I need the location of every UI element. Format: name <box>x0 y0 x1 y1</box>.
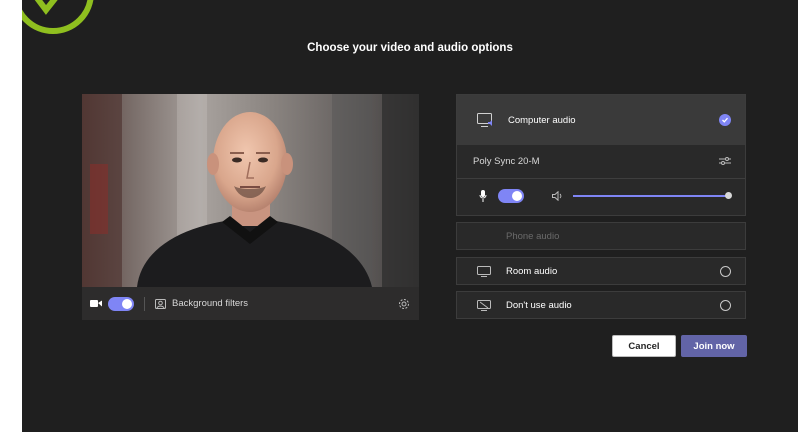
video-controls-bar: Background filters <box>82 287 419 320</box>
room-audio-option[interactable]: Room audio <box>456 257 746 285</box>
audio-device-name: Poly Sync 20-M <box>473 156 540 167</box>
room-audio-radio[interactable] <box>720 265 731 277</box>
camera-toggle[interactable] <box>108 296 134 311</box>
selected-check-icon <box>719 114 731 126</box>
dont-use-audio-radio[interactable] <box>720 299 731 311</box>
computer-audio-icon <box>477 112 495 128</box>
speaker-volume-slider[interactable] <box>573 192 732 199</box>
divider <box>144 296 145 311</box>
speaker-icon <box>552 191 563 201</box>
room-audio-icon <box>477 265 491 277</box>
device-settings-icon[interactable] <box>719 153 731 171</box>
page-title: Choose your video and audio options <box>307 42 513 54</box>
computer-audio-label: Computer audio <box>508 114 576 126</box>
volume-slider-thumb[interactable] <box>725 192 732 199</box>
background-filters-button[interactable]: Background filters <box>172 298 248 309</box>
microphone-icon <box>479 190 489 202</box>
no-audio-icon <box>477 299 491 311</box>
phone-audio-label: Phone audio <box>506 230 560 242</box>
phone-audio-option: Phone audio <box>456 222 746 250</box>
computer-audio-panel: Computer audio Poly Sync 20-M <box>456 94 746 216</box>
join-now-button[interactable]: Join now <box>681 335 747 357</box>
microphone-toggle[interactable] <box>498 189 524 203</box>
gear-icon[interactable] <box>397 297 411 311</box>
dont-use-audio-label: Don't use audio <box>506 299 572 311</box>
camera-icon <box>90 297 104 311</box>
camera-preview-image <box>82 94 419 287</box>
teams-prejoin-window: Choose your video and audio options Back… <box>22 0 798 432</box>
room-audio-label: Room audio <box>506 265 558 277</box>
computer-audio-option[interactable]: Computer audio <box>457 95 745 145</box>
checkmark-badge-icon <box>22 0 94 34</box>
audio-device-selector[interactable]: Poly Sync 20-M <box>457 145 745 179</box>
video-preview <box>82 94 419 287</box>
background-filters-icon[interactable] <box>155 298 166 309</box>
dont-use-audio-option[interactable]: Don't use audio <box>456 291 746 319</box>
audio-controls-row <box>457 179 745 213</box>
cancel-button[interactable]: Cancel <box>612 335 676 357</box>
